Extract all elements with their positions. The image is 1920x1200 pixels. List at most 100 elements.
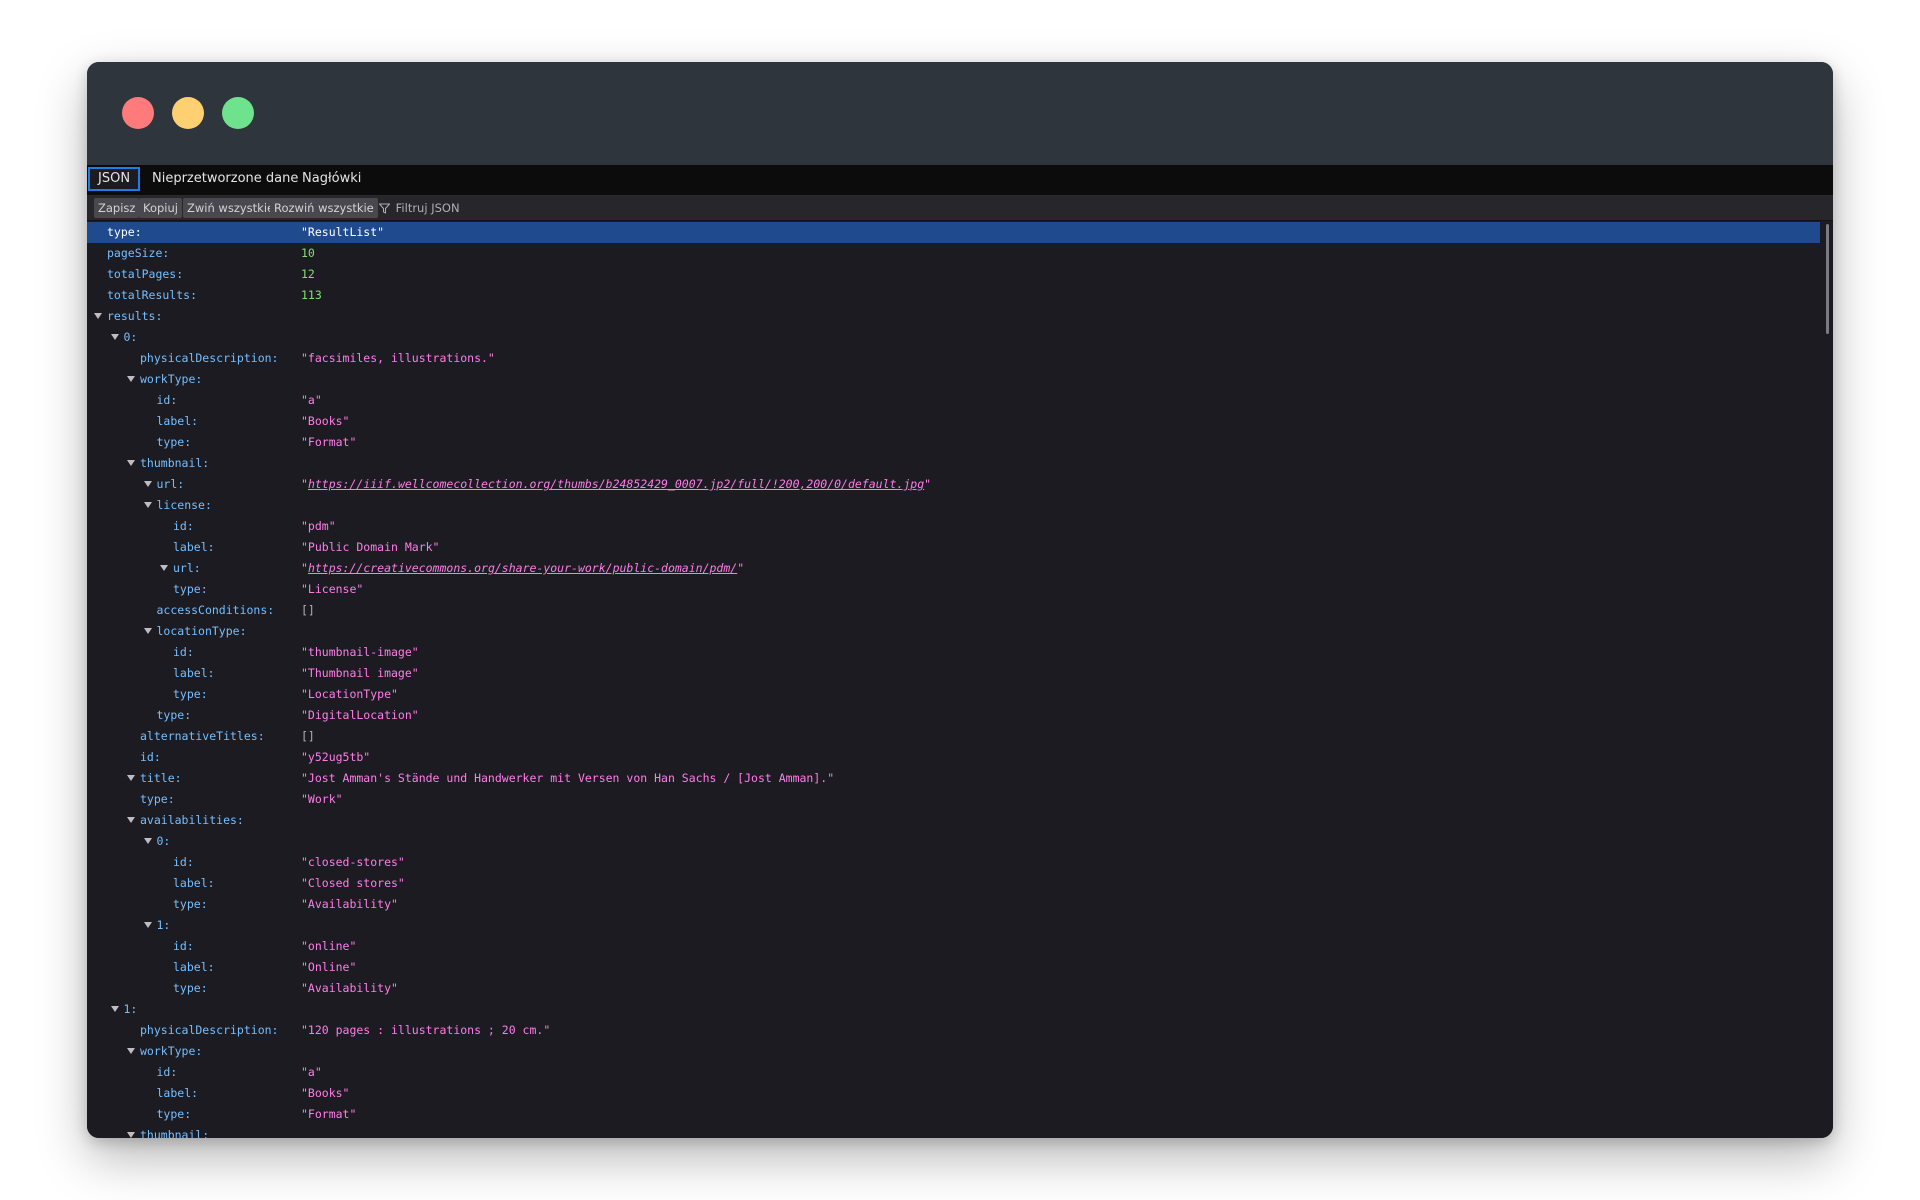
json-row[interactable]: id: "a": [87, 1062, 1820, 1083]
collapse-all-button[interactable]: Zwiń wszystkie: [183, 198, 279, 218]
json-row[interactable]: type: "ResultList": [87, 222, 1820, 243]
json-value: 12: [301, 267, 315, 281]
json-row[interactable]: label: "Thumbnail image": [87, 663, 1820, 684]
json-row[interactable]: totalResults: 113: [87, 285, 1820, 306]
json-row[interactable]: title: "Jost Amman's Stände und Handwerke…: [87, 768, 1820, 789]
json-row[interactable]: type: "Availability": [87, 978, 1820, 999]
json-key: url:: [173, 561, 201, 575]
json-key: physicalDescription:: [140, 1023, 279, 1037]
json-row[interactable]: url: "https://creativecommons.org/share-y…: [87, 558, 1820, 579]
expand-all-button[interactable]: Rozwiń wszystkie: [270, 198, 378, 218]
json-row[interactable]: thumbnail:: [87, 453, 1820, 474]
json-key: thumbnail:: [140, 456, 210, 470]
json-value: "ResultList": [301, 225, 385, 239]
json-key: label:: [173, 666, 215, 680]
json-row[interactable]: results:: [87, 306, 1820, 327]
json-row[interactable]: id: "pdm": [87, 516, 1820, 537]
json-row[interactable]: url: "https://iiif.wellcomecollection.org…: [87, 474, 1820, 495]
json-row[interactable]: label: "Public Domain Mark": [87, 537, 1820, 558]
json-row[interactable]: availabilities:: [87, 810, 1820, 831]
expand-toggle-icon[interactable]: [127, 460, 135, 466]
json-row[interactable]: locationType:: [87, 621, 1820, 642]
json-tree: type: "ResultList" pageSize: 10 totalPages: 1…: [87, 222, 1833, 1138]
json-row[interactable]: pageSize: 10: [87, 243, 1820, 264]
expand-toggle-icon[interactable]: [160, 565, 168, 571]
json-row[interactable]: 1:: [87, 915, 1820, 936]
json-value: "pdm": [301, 519, 336, 533]
json-row[interactable]: type: "Availability": [87, 894, 1820, 915]
json-row[interactable]: alternativeTitles: []: [87, 726, 1820, 747]
json-row[interactable]: type: "License": [87, 579, 1820, 600]
json-row[interactable]: type: "DigitalLocation": [87, 705, 1820, 726]
tab-headers[interactable]: Nagłówki: [294, 167, 369, 191]
json-value: "Format": [301, 1107, 357, 1121]
json-row[interactable]: type: "Format": [87, 432, 1820, 453]
json-row[interactable]: id: "y52ug5tb": [87, 747, 1820, 768]
json-value: 10: [301, 246, 315, 260]
json-row[interactable]: 0:: [87, 327, 1820, 348]
filter-json-input[interactable]: [395, 201, 516, 215]
expand-toggle-icon[interactable]: [143, 628, 152, 634]
json-row[interactable]: id: "a": [87, 390, 1820, 411]
json-key: totalResults:: [107, 288, 198, 302]
expand-toggle-icon[interactable]: [127, 1132, 135, 1138]
json-row[interactable]: id: "thumbnail-image": [87, 642, 1820, 663]
json-key: type:: [173, 582, 208, 596]
expand-toggle-icon[interactable]: [143, 502, 152, 508]
json-value[interactable]: "https://iiif.wellcomecollection.org/thu…: [301, 474, 931, 495]
json-value: "Availability": [301, 981, 398, 995]
json-value: "LocationType": [301, 687, 398, 701]
json-row[interactable]: id: "closed-stores": [87, 852, 1820, 873]
json-row[interactable]: license:: [87, 495, 1820, 516]
json-value: []: [301, 603, 315, 617]
json-key: 0:: [156, 834, 171, 848]
minimize-window-button[interactable]: [172, 97, 204, 129]
json-row[interactable]: physicalDescription: "120 pages : illustr…: [87, 1020, 1820, 1041]
expand-toggle-icon[interactable]: [110, 334, 119, 340]
tab-raw-data[interactable]: Nieprzetworzone dane: [144, 167, 306, 191]
json-row[interactable]: label: "Books": [87, 411, 1820, 432]
expand-toggle-icon[interactable]: [127, 1048, 135, 1054]
json-row[interactable]: thumbnail:: [87, 1125, 1820, 1138]
json-row[interactable]: 1:: [87, 999, 1820, 1020]
json-row[interactable]: workType:: [87, 369, 1820, 390]
expand-toggle-icon[interactable]: [143, 838, 152, 844]
json-key: locationType:: [156, 624, 247, 638]
save-button[interactable]: Zapisz: [94, 198, 140, 218]
json-row[interactable]: id: "online": [87, 936, 1820, 957]
expand-toggle-icon[interactable]: [127, 817, 135, 823]
json-row[interactable]: type: "Format": [87, 1104, 1820, 1125]
json-row[interactable]: type: "LocationType": [87, 684, 1820, 705]
json-row[interactable]: totalPages: 12: [87, 264, 1820, 285]
json-row[interactable]: physicalDescription: "facsimiles, illustr…: [87, 348, 1820, 369]
json-row[interactable]: workType:: [87, 1041, 1820, 1062]
json-key: id:: [173, 855, 194, 869]
maximize-window-button[interactable]: [222, 97, 254, 129]
json-key: type:: [140, 792, 175, 806]
json-row[interactable]: type: "Work": [87, 789, 1820, 810]
json-row[interactable]: label: "Books": [87, 1083, 1820, 1104]
json-url-link[interactable]: https://creativecommons.org/share-your-w…: [308, 561, 737, 575]
json-row[interactable]: label: "Closed stores": [87, 873, 1820, 894]
json-row[interactable]: label: "Online": [87, 957, 1820, 978]
json-key: url:: [156, 477, 185, 491]
tab-json[interactable]: JSON: [88, 167, 141, 191]
vertical-scrollbar[interactable]: [1826, 222, 1831, 1138]
json-value[interactable]: "https://creativecommons.org/share-your-…: [301, 558, 744, 579]
json-row[interactable]: 0:: [87, 831, 1820, 852]
expand-toggle-icon[interactable]: [94, 313, 102, 319]
close-window-button[interactable]: [122, 97, 154, 129]
expand-toggle-icon[interactable]: [143, 481, 152, 487]
expand-toggle-icon[interactable]: [127, 376, 135, 382]
json-value: "License": [301, 582, 364, 596]
json-value: "Work": [301, 792, 343, 806]
expand-toggle-icon[interactable]: [143, 922, 152, 928]
scrollbar-thumb[interactable]: [1826, 224, 1829, 334]
json-row[interactable]: accessConditions: []: [87, 600, 1820, 621]
expand-toggle-icon[interactable]: [127, 775, 135, 781]
expand-toggle-icon[interactable]: [110, 1006, 119, 1012]
copy-button[interactable]: Kopiuj: [139, 198, 182, 218]
json-url-link[interactable]: https://iiif.wellcomecollection.org/thum…: [308, 477, 924, 491]
json-value: "Format": [301, 435, 357, 449]
json-value: "thumbnail-image": [301, 645, 419, 659]
